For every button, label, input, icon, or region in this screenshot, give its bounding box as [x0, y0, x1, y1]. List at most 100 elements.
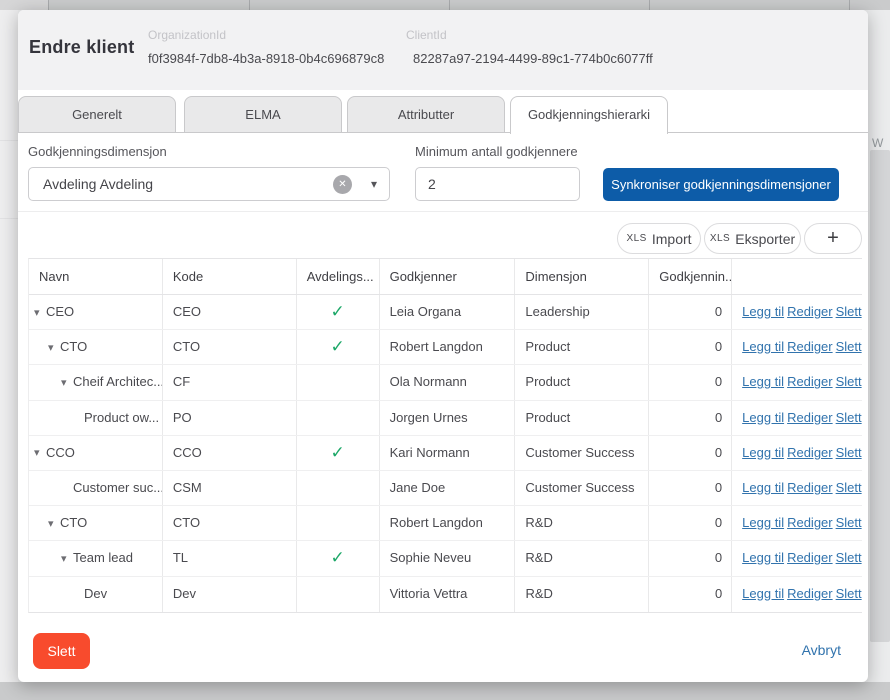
tree-collapse-icon[interactable]	[48, 330, 60, 364]
delete-link[interactable]: Slett	[836, 515, 862, 530]
row-code: CTO	[163, 330, 297, 364]
row-dimension: Product	[515, 330, 649, 364]
sync-dimensions-button[interactable]: Synkroniser godkjenningsdimensjoner	[603, 168, 839, 201]
row-approver: Vittoria Vettra	[380, 577, 516, 612]
tree-collapse-icon[interactable]	[48, 506, 60, 540]
edit-client-modal: Endre klient OrganizationId f0f3984f-7db…	[18, 10, 868, 682]
clear-selection-icon[interactable]	[333, 175, 352, 194]
row-code: Dev	[163, 577, 297, 612]
delete-link[interactable]: Slett	[836, 586, 862, 601]
row-approver: Kari Normann	[380, 436, 516, 470]
background-clipped-text: W	[872, 136, 883, 150]
modal-header: Endre klient OrganizationId f0f3984f-7db…	[18, 10, 868, 90]
tree-cell: CEO	[29, 295, 163, 329]
edit-link[interactable]: Rediger	[787, 304, 833, 319]
delete-link[interactable]: Slett	[836, 410, 862, 425]
chevron-down-icon[interactable]	[371, 168, 377, 200]
row-code: CCO	[163, 436, 297, 470]
table-row: Dev Dev Vittoria Vettra R&D 0 Legg tilRe…	[29, 577, 862, 612]
delete-link[interactable]: Slett	[836, 374, 862, 389]
organization-id-value: f0f3984f-7db8-4b3a-8918-0b4c696879c8	[148, 51, 384, 66]
add-row-button[interactable]: +	[804, 223, 862, 254]
edit-link[interactable]: Rediger	[787, 515, 833, 530]
approval-dimension-label: Godkjenningsdimensjon	[28, 144, 167, 159]
edit-link[interactable]: Rediger	[787, 374, 833, 389]
modal-title: Endre klient	[29, 37, 134, 58]
client-id-label: ClientId	[406, 28, 447, 42]
background-column-divider	[649, 0, 650, 10]
cancel-link[interactable]: Avbryt	[802, 642, 841, 658]
row-code: CTO	[163, 506, 297, 540]
tree-collapse-icon[interactable]	[61, 365, 73, 399]
xls-export-label: Eksporter	[735, 231, 795, 247]
approval-dimension-value: Avdeling Avdeling	[43, 168, 153, 200]
row-actions: Legg tilRedigerSlett	[732, 506, 862, 540]
add-link[interactable]: Legg til	[742, 374, 784, 389]
row-dimension: R&D	[515, 506, 649, 540]
row-approval-count: 0	[649, 295, 732, 329]
add-link[interactable]: Legg til	[742, 550, 784, 565]
xls-badge: XLS	[626, 233, 646, 244]
tree-collapse-icon[interactable]	[61, 541, 73, 575]
background-scrollbar[interactable]	[870, 150, 890, 642]
check-icon	[297, 295, 380, 329]
table-row: CTO CTO Robert Langdon R&D 0 Legg tilRed…	[29, 506, 862, 541]
check-cell-empty	[297, 365, 380, 399]
delete-button[interactable]: Slett	[33, 633, 90, 669]
row-approval-count: 0	[649, 401, 732, 435]
table-row: CEO CEO Leia Organa Leadership 0 Legg ti…	[29, 295, 862, 330]
row-code: CSM	[163, 471, 297, 505]
edit-link[interactable]: Rediger	[787, 410, 833, 425]
tree-cell: CTO	[29, 506, 163, 540]
row-name: CCO	[46, 436, 75, 470]
edit-link[interactable]: Rediger	[787, 445, 833, 460]
tree-collapse-icon[interactable]	[34, 436, 46, 470]
organization-id-label: OrganizationId	[148, 28, 226, 42]
min-approvers-input[interactable]	[415, 167, 580, 201]
row-code: TL	[163, 541, 297, 575]
xls-import-button[interactable]: XLS Import	[617, 223, 701, 254]
tab-godkjenningshierarki[interactable]: Godkjenningshierarki	[510, 96, 668, 134]
row-actions: Legg tilRedigerSlett	[732, 365, 862, 399]
row-actions: Legg tilRedigerSlett	[732, 295, 862, 329]
tab-generelt[interactable]: Generelt	[18, 96, 176, 133]
delete-link[interactable]: Slett	[836, 480, 862, 495]
row-actions: Legg tilRedigerSlett	[732, 471, 862, 505]
row-name: Cheif Architec...	[73, 365, 163, 399]
add-link[interactable]: Legg til	[742, 515, 784, 530]
background-column-divider	[249, 0, 250, 10]
edit-link[interactable]: Rediger	[787, 480, 833, 495]
table-row: CTO CTO Robert Langdon Product 0 Legg ti…	[29, 330, 862, 365]
edit-link[interactable]: Rediger	[787, 339, 833, 354]
xls-export-button[interactable]: XLS Eksporter	[704, 223, 801, 254]
add-link[interactable]: Legg til	[742, 304, 784, 319]
table-row: CCO CCO Kari Normann Customer Success 0 …	[29, 436, 862, 471]
add-link[interactable]: Legg til	[742, 410, 784, 425]
delete-link[interactable]: Slett	[836, 445, 862, 460]
tree-cell: Product ow...	[29, 401, 163, 435]
row-dimension: Product	[515, 365, 649, 399]
row-dimension: Leadership	[515, 295, 649, 329]
approval-dimension-select[interactable]: Avdeling Avdeling	[28, 167, 390, 201]
row-name: CTO	[60, 330, 87, 364]
check-icon	[297, 330, 380, 364]
delete-link[interactable]: Slett	[836, 304, 862, 319]
delete-link[interactable]: Slett	[836, 339, 862, 354]
tab-bar: Generelt ELMA Attributter Godkjenningshi…	[18, 96, 868, 134]
add-link[interactable]: Legg til	[742, 339, 784, 354]
edit-link[interactable]: Rediger	[787, 550, 833, 565]
column-header-kode: Kode	[163, 259, 297, 294]
row-approver: Jorgen Urnes	[380, 401, 516, 435]
check-cell-empty	[297, 577, 380, 612]
add-link[interactable]: Legg til	[742, 480, 784, 495]
tab-attributter[interactable]: Attributter	[347, 96, 505, 133]
tree-collapse-icon[interactable]	[34, 295, 46, 329]
add-link[interactable]: Legg til	[742, 586, 784, 601]
column-header-navn: Navn	[29, 259, 163, 294]
delete-link[interactable]: Slett	[836, 550, 862, 565]
background-right-edge: W	[868, 10, 890, 682]
tab-elma[interactable]: ELMA	[184, 96, 342, 133]
row-approval-count: 0	[649, 436, 732, 470]
edit-link[interactable]: Rediger	[787, 586, 833, 601]
add-link[interactable]: Legg til	[742, 445, 784, 460]
